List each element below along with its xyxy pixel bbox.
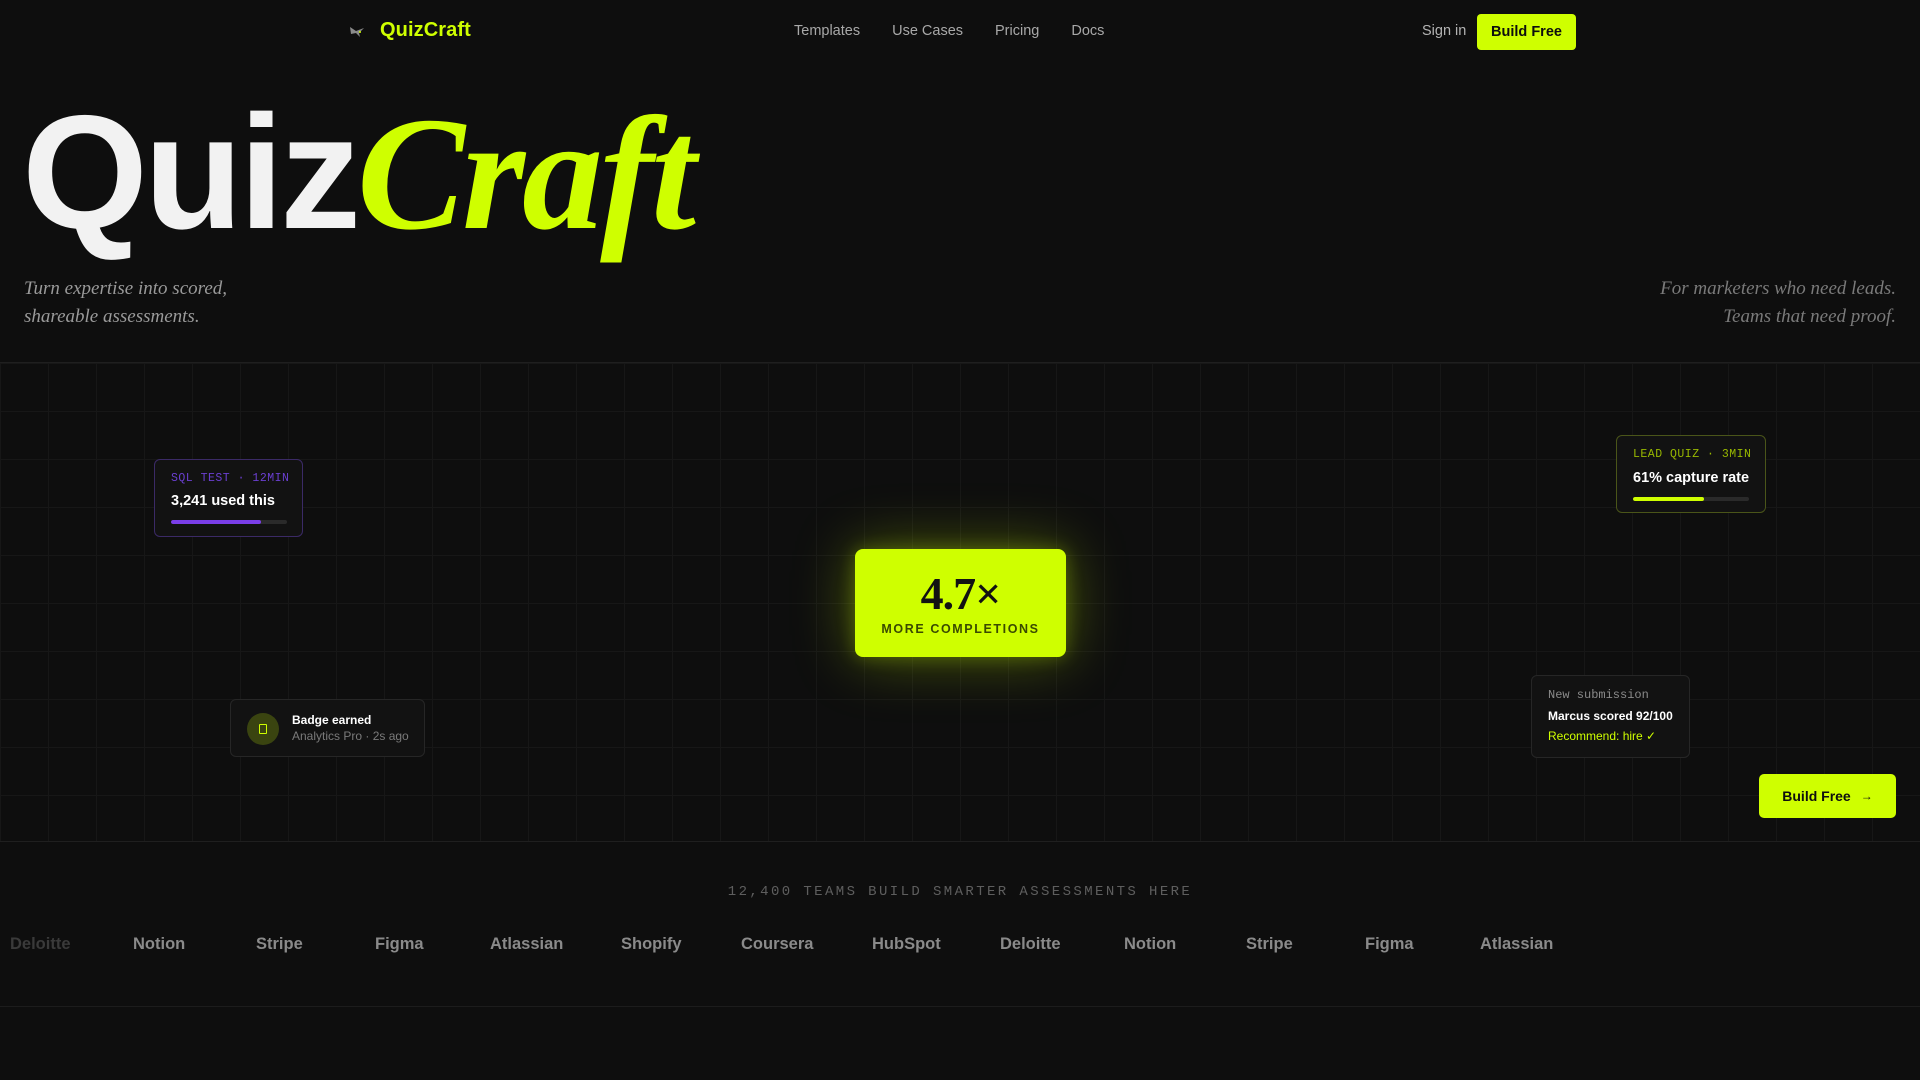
sql-test-card: SQL TEST · 12MIN 3,241 used this bbox=[154, 459, 303, 537]
customer-logo: Shopify bbox=[621, 935, 682, 953]
section-divider bbox=[0, 1006, 1920, 1007]
badge-meta: Analytics Pro · 2s ago bbox=[292, 729, 409, 743]
nav-link-pricing[interactable]: Pricing bbox=[995, 23, 1039, 39]
customer-logo: Figma bbox=[375, 935, 424, 953]
sql-test-usage: 3,241 used this bbox=[171, 493, 275, 509]
sql-test-progress-fill bbox=[171, 520, 262, 524]
new-submission-card: New submission Marcus scored 92/100 Reco… bbox=[1531, 675, 1690, 758]
nav-link-docs[interactable]: Docs bbox=[1071, 23, 1104, 39]
customer-logo: Figma bbox=[1365, 935, 1414, 953]
customer-logo: Atlassian bbox=[1480, 935, 1554, 953]
tagline-right: For marketers who need leads. Teams that… bbox=[1596, 275, 1896, 331]
top-nav: QuizCraft Templates Use Cases Pricing Do… bbox=[0, 0, 1920, 64]
nav-links: Templates Use Cases Pricing Docs bbox=[794, 23, 1104, 39]
sql-test-progress bbox=[171, 520, 287, 524]
customer-logo: Deloitte bbox=[10, 935, 71, 953]
customer-logo: Coursera bbox=[741, 935, 814, 953]
customer-logo: Stripe bbox=[256, 935, 303, 953]
build-free-button[interactable]: Build Free bbox=[1477, 14, 1576, 50]
build-free-cta-button[interactable]: Build Free → bbox=[1759, 774, 1896, 818]
lead-quiz-progress-fill bbox=[1633, 497, 1704, 501]
completions-stat-card: 4.7× MORE COMPLETIONS bbox=[855, 549, 1066, 657]
build-free-cta-label: Build Free bbox=[1782, 788, 1851, 804]
lead-quiz-kicker: LEAD QUIZ · 3MIN bbox=[1633, 448, 1752, 461]
brand-name: QuizCraft bbox=[380, 19, 471, 41]
submission-kicker: New submission bbox=[1548, 688, 1649, 702]
hero-title-quiz: Quiz bbox=[22, 82, 361, 263]
hero-stage: SQL TEST · 12MIN 3,241 used this LEAD QU… bbox=[0, 362, 1920, 842]
nav-link-templates[interactable]: Templates bbox=[794, 23, 860, 39]
submission-recommendation: Recommend: hire ✓ bbox=[1548, 729, 1657, 743]
arrow-right-icon: → bbox=[1860, 789, 1873, 803]
tagline-right-line1: For marketers who need leads. bbox=[1660, 278, 1896, 299]
brand-logo[interactable]: QuizCraft bbox=[348, 19, 471, 42]
lead-quiz-rate: 61% capture rate bbox=[1633, 470, 1750, 486]
tagline-left: Turn expertise into scored, shareable as… bbox=[24, 278, 227, 327]
customer-logo: Deloitte bbox=[1000, 935, 1061, 953]
sql-test-kicker: SQL TEST · 12MIN bbox=[171, 472, 290, 485]
customer-logo: Atlassian bbox=[490, 935, 564, 953]
sign-in-link[interactable]: Sign in bbox=[1422, 23, 1466, 39]
bird-icon bbox=[348, 22, 366, 40]
customer-logo: Notion bbox=[1124, 935, 1177, 953]
badge-icon bbox=[247, 713, 279, 745]
customer-logo-strip: Deloitte Notion Stripe Figma Atlassian S… bbox=[0, 935, 1920, 965]
badge-earned-card: Badge earned Analytics Pro · 2s ago bbox=[230, 699, 425, 757]
nav-link-use-cases[interactable]: Use Cases bbox=[892, 23, 963, 39]
lead-quiz-progress bbox=[1633, 497, 1749, 501]
submission-score: Marcus scored 92/100 bbox=[1548, 709, 1673, 723]
badge-title: Badge earned bbox=[292, 713, 372, 727]
completions-stat-label: MORE COMPLETIONS bbox=[881, 622, 1040, 636]
customer-logo: Notion bbox=[133, 935, 186, 953]
customer-logo: Stripe bbox=[1246, 935, 1293, 953]
tagline-right-line2: Teams that need proof. bbox=[1723, 306, 1896, 327]
customer-logo: HubSpot bbox=[872, 935, 941, 953]
hero-title: QuizCraft bbox=[22, 92, 696, 256]
lead-quiz-card: LEAD QUIZ · 3MIN 61% capture rate bbox=[1616, 435, 1766, 513]
teams-count-label: 12,400 TEAMS BUILD SMARTER ASSESSMENTS H… bbox=[727, 884, 1193, 900]
completions-stat-value: 4.7× bbox=[920, 568, 1002, 619]
hero-title-craft: Craft bbox=[356, 85, 696, 264]
